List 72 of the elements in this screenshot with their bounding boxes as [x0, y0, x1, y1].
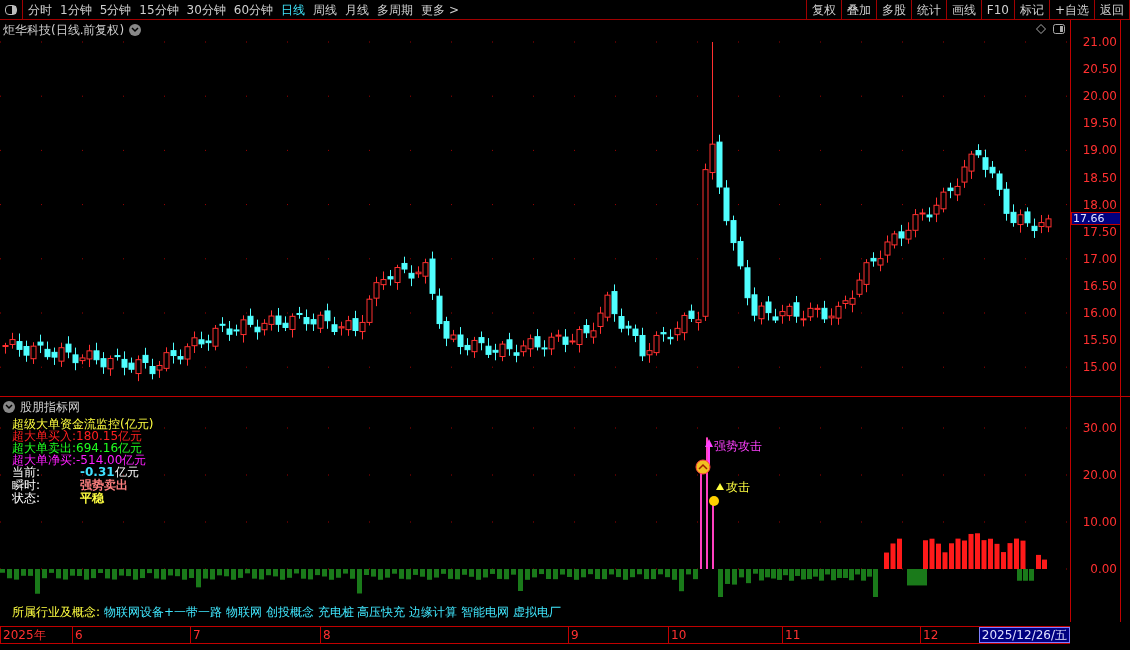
date-axis-label: 11 [782, 627, 801, 643]
diamond-icon[interactable] [1036, 24, 1046, 34]
signal-label: 攻击 [726, 479, 750, 496]
legend-entry: 超大单买入:180.15亿元 [12, 430, 143, 442]
current-price-label: 17.66 [1071, 212, 1121, 225]
price-axis-label: 15.00 [1082, 360, 1117, 375]
legend-entry: 超大单净买:-514.00亿元 [12, 454, 148, 466]
period-tab[interactable]: 分时 [28, 0, 52, 19]
status-label: 当前: [12, 466, 41, 479]
toolbar-button[interactable]: +自选 [1049, 0, 1095, 19]
date-axis-label: 6 [72, 627, 83, 643]
period-tab[interactable]: 日线 [281, 0, 306, 19]
price-axis-label: 16.00 [1082, 306, 1117, 320]
signal-badge-icon [695, 459, 711, 475]
current-date-label: 2025/12/26/五 [978, 627, 1070, 643]
price-axis-label: 15.50 [1082, 333, 1117, 348]
indicator-title: 股朋指标网 [20, 399, 80, 416]
toolbar-button[interactable]: 返回 [1095, 0, 1130, 19]
date-axis-label: 7 [190, 627, 201, 643]
indicator-axis-label: 0.00 [1090, 562, 1117, 576]
period-tab[interactable]: 多周期 [377, 0, 414, 19]
date-axis-label: 12 [920, 627, 939, 643]
panel-toggle-icon[interactable] [1053, 24, 1065, 34]
period-tab[interactable]: 15分钟 [139, 0, 179, 19]
chevron-down-icon[interactable] [129, 24, 142, 36]
period-tab[interactable]: 更多 > [421, 0, 459, 19]
indicator-axis-label: 10.00 [1082, 515, 1117, 529]
price-axis-label: 19.00 [1082, 143, 1117, 158]
price-axis-label: 20.00 [1082, 89, 1117, 104]
legend-title: 超级大单资金流监控(亿元) [12, 418, 154, 430]
arrow-up-icon [705, 439, 713, 466]
chart-title: 炬华科技(日线.前复权) [3, 22, 125, 39]
toolbar-button[interactable]: 叠加 [841, 0, 877, 19]
period-tab[interactable]: 60分钟 [233, 0, 274, 19]
status-value: 强势卖出 [80, 479, 128, 492]
period-tab[interactable]: 30分钟 [186, 0, 226, 19]
price-axis-label: 18.50 [1082, 170, 1117, 185]
price-axis-label: 16.50 [1082, 278, 1117, 293]
price-axis-label: 20.50 [1082, 62, 1117, 77]
period-tab[interactable]: 月线 [345, 0, 370, 19]
date-axis-label: 2025年 [0, 627, 46, 643]
status-value: 平稳 [80, 492, 104, 505]
date-axis-label: 8 [320, 627, 331, 643]
price-axis-label: 21.00 [1082, 35, 1117, 49]
toolbar-button[interactable]: 画线 [946, 0, 982, 19]
signal-dot-icon [709, 496, 719, 506]
toolbar-button[interactable]: F10 [981, 0, 1015, 19]
period-tab[interactable]: 1分钟 [60, 0, 92, 19]
period-tab[interactable]: 5分钟 [99, 0, 132, 19]
triangle-up-icon [716, 483, 724, 490]
period-tab[interactable]: 周线 [313, 0, 338, 19]
indicator-axis-label: 20.00 [1082, 468, 1117, 482]
toolbar-button[interactable]: 多股 [876, 0, 912, 19]
unit-label: 亿元 [114, 466, 139, 479]
price-axis-label: 17.50 [1082, 224, 1117, 239]
status-value: -0.31 [80, 466, 115, 479]
date-axis-label: 9 [568, 627, 579, 643]
date-axis-label: 10 [668, 627, 687, 643]
price-axis-label: 17.00 [1082, 251, 1117, 266]
chevron-down-icon[interactable] [3, 401, 15, 413]
indicator-axis-label: 30.00 [1082, 421, 1117, 435]
status-label: 状态: [12, 492, 42, 505]
legend-entry: 超大单卖出:694.16亿元 [12, 442, 143, 454]
toolbar-button[interactable]: 统计 [911, 0, 947, 19]
concepts-list: 物联网设备+一带一路 物联网 创投概念 充电桩 高压快充 边缘计算 智能电网 虚拟电厂 [104, 603, 561, 621]
price-axis-label: 19.50 [1082, 116, 1117, 131]
status-label: 瞬时: [12, 479, 42, 492]
toolbar-button[interactable]: 标记 [1014, 0, 1050, 19]
price-axis-label: 18.00 [1082, 197, 1117, 212]
toolbar-button[interactable]: 复权 [806, 0, 842, 19]
signal-label: 强势攻击 [714, 438, 762, 455]
concepts-label: 所属行业及概念: [12, 604, 101, 621]
